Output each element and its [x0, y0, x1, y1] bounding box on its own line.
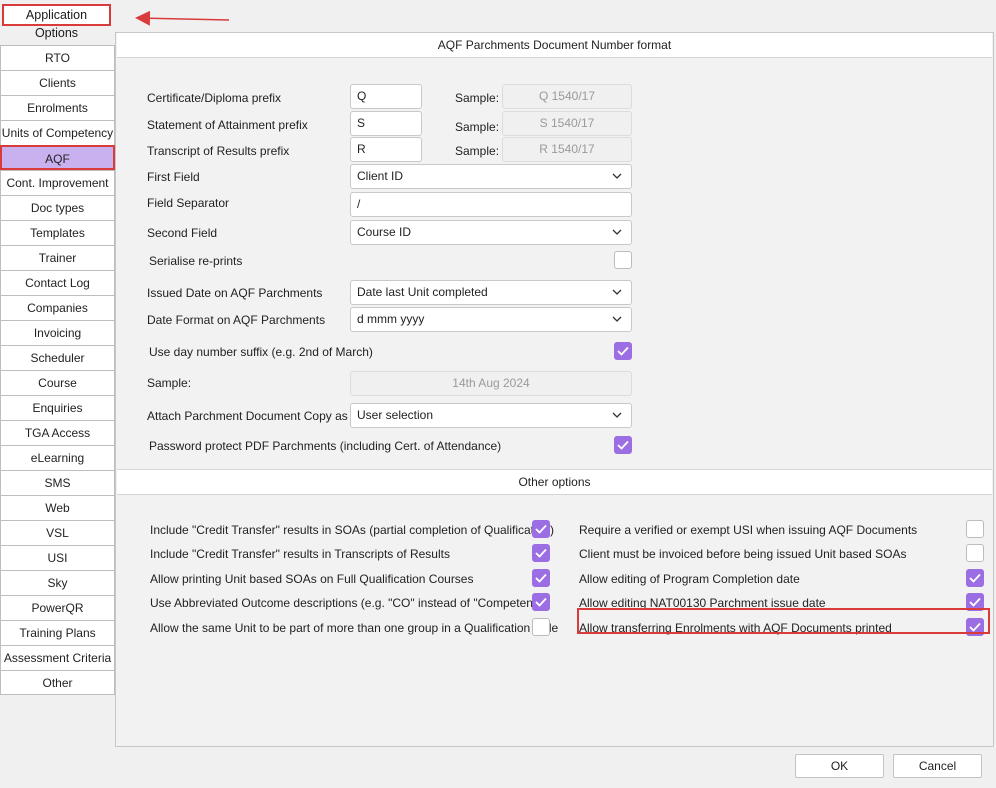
other-option-right-1-label: Require a verified or exempt USI when is…: [579, 523, 918, 537]
sample-label: Sample:: [147, 376, 192, 390]
field-separator-label: Field Separator: [147, 196, 230, 210]
date-sample-field: 14th Aug 2024: [350, 371, 632, 396]
other-option-left-5-checkbox[interactable]: [532, 618, 550, 636]
other-section-header: Other options: [117, 469, 992, 495]
other-option-left-4-checkbox[interactable]: [532, 593, 550, 611]
sidebar-item-contact-log[interactable]: Contact Log: [0, 270, 115, 295]
password-protect-label: Password protect PDF Parchments (includi…: [149, 439, 502, 453]
serialise-reprints-label: Serialise re-prints: [149, 254, 243, 268]
attach-copy-select[interactable]: User selection: [350, 403, 632, 428]
sidebar-item-tga-access[interactable]: TGA Access: [0, 420, 115, 445]
sidebar-item-course[interactable]: Course: [0, 370, 115, 395]
sidebar-item-vsl[interactable]: VSL: [0, 520, 115, 545]
field-separator-input[interactable]: /: [350, 192, 632, 217]
soa-sample-field: S 1540/17: [502, 111, 632, 136]
second-field-value: Course ID: [357, 225, 412, 239]
other-option-right-2-label: Client must be invoiced before being iss…: [579, 547, 907, 561]
other-option-left-5-label: Allow the same Unit to be part of more t…: [150, 621, 559, 635]
cert-prefix-input[interactable]: Q: [350, 84, 422, 109]
sidebar-item-companies[interactable]: Companies: [0, 295, 115, 320]
annotation-highlight-box: [577, 608, 990, 634]
chevron-down-icon: [612, 229, 622, 235]
other-option-left-4-label: Use Abbreviated Outcome descriptions (e.…: [150, 596, 545, 610]
sidebar-item-doc-types[interactable]: Doc types: [0, 195, 115, 220]
other-option-left-1-label: Include "Credit Transfer" results in SOA…: [150, 523, 555, 537]
sidebar-item-clients[interactable]: Clients: [0, 70, 115, 95]
sidebar-item-aqf[interactable]: AQF: [0, 145, 115, 170]
first-field-value: Client ID: [357, 169, 404, 183]
other-option-left-3-checkbox[interactable]: [532, 569, 550, 587]
chevron-down-icon: [612, 289, 622, 295]
sidebar-item-templates[interactable]: Templates: [0, 220, 115, 245]
sidebar-item-assessment-criteria[interactable]: Assessment Criteria: [0, 645, 115, 670]
annotation-arrow-title: [135, 10, 230, 26]
soa-prefix-input[interactable]: S: [350, 111, 422, 136]
sidebar-item-web[interactable]: Web: [0, 495, 115, 520]
chevron-down-icon: [612, 316, 622, 322]
cancel-button[interactable]: Cancel: [893, 754, 982, 778]
issued-date-label: Issued Date on AQF Parchments: [147, 286, 323, 300]
transcript-sample-label: Sample:: [455, 144, 500, 158]
sidebar-item-powerqr[interactable]: PowerQR: [0, 595, 115, 620]
sidebar-item-sky[interactable]: Sky: [0, 570, 115, 595]
password-protect-checkbox[interactable]: [614, 436, 632, 454]
issued-date-select[interactable]: Date last Unit completed: [350, 280, 632, 305]
other-option-right-3-label: Allow editing of Program Completion date: [579, 572, 800, 586]
other-option-left-2-checkbox[interactable]: [532, 544, 550, 562]
sidebar-item-training-plans[interactable]: Training Plans: [0, 620, 115, 645]
other-option-right-1-checkbox[interactable]: [966, 520, 984, 538]
ok-button[interactable]: OK: [795, 754, 884, 778]
sidebar-item-cont-improvement[interactable]: Cont. Improvement: [0, 170, 115, 195]
sidebar-item-trainer[interactable]: Trainer: [0, 245, 115, 270]
aqf-section-header: AQF Parchments Document Number format: [117, 33, 992, 58]
checkmark-icon: [617, 346, 629, 356]
transcript-prefix-label: Transcript of Results prefix: [147, 144, 290, 158]
date-format-value: d mmm yyyy: [357, 312, 425, 326]
attach-copy-label: Attach Parchment Document Copy as: [147, 409, 348, 423]
chevron-down-icon: [612, 173, 622, 179]
checkmark-icon: [969, 573, 981, 583]
day-suffix-label: Use day number suffix (e.g. 2nd of March…: [149, 345, 373, 359]
issued-date-value: Date last Unit completed: [357, 285, 488, 299]
sidebar-item-rto[interactable]: RTO: [0, 45, 115, 70]
soa-sample-label: Sample:: [455, 120, 500, 134]
checkmark-icon: [617, 440, 629, 450]
sidebar-item-sms[interactable]: SMS: [0, 470, 115, 495]
main-panel: AQF Parchments Document Number format Ce…: [115, 32, 994, 747]
other-option-left-1-checkbox[interactable]: [532, 520, 550, 538]
sidebar-item-units-of-competency[interactable]: Units of Competency: [0, 120, 115, 145]
transcript-sample-field: R 1540/17: [502, 137, 632, 162]
sidebar-item-enrolments[interactable]: Enrolments: [0, 95, 115, 120]
checkmark-icon: [535, 524, 547, 534]
sidebar-item-invoicing[interactable]: Invoicing: [0, 320, 115, 345]
date-format-label: Date Format on AQF Parchments: [147, 313, 326, 327]
serialise-reprints-checkbox[interactable]: [614, 251, 632, 269]
checkmark-icon: [535, 597, 547, 607]
checkmark-icon: [969, 597, 981, 607]
checkmark-icon: [535, 548, 547, 558]
transcript-prefix-input[interactable]: R: [350, 137, 422, 162]
date-format-select[interactable]: d mmm yyyy: [350, 307, 632, 332]
other-option-right-2-checkbox[interactable]: [966, 544, 984, 562]
day-suffix-checkbox[interactable]: [614, 342, 632, 360]
cert-sample-label: Sample:: [455, 91, 500, 105]
first-field-select[interactable]: Client ID: [350, 164, 632, 189]
other-option-left-3-label: Allow printing Unit based SOAs on Full Q…: [150, 572, 474, 586]
sidebar-item-other[interactable]: Other: [0, 670, 115, 695]
second-field-select[interactable]: Course ID: [350, 220, 632, 245]
first-field-label: First Field: [147, 170, 200, 184]
other-option-right-3-checkbox[interactable]: [966, 569, 984, 587]
sidebar-item-elearning[interactable]: eLearning: [0, 445, 115, 470]
cert-sample-field: Q 1540/17: [502, 84, 632, 109]
checkmark-icon: [535, 573, 547, 583]
other-option-left-2-label: Include "Credit Transfer" results in Tra…: [150, 547, 450, 561]
sidebar-item-usi[interactable]: USI: [0, 545, 115, 570]
sidebar-item-scheduler[interactable]: Scheduler: [0, 345, 115, 370]
sidebar-item-enquiries[interactable]: Enquiries: [0, 395, 115, 420]
attach-copy-value: User selection: [357, 408, 434, 422]
chevron-down-icon: [612, 412, 622, 418]
second-field-label: Second Field: [147, 226, 218, 240]
soa-prefix-label: Statement of Attainment prefix: [147, 118, 308, 132]
cert-prefix-label: Certificate/Diploma prefix: [147, 91, 282, 105]
